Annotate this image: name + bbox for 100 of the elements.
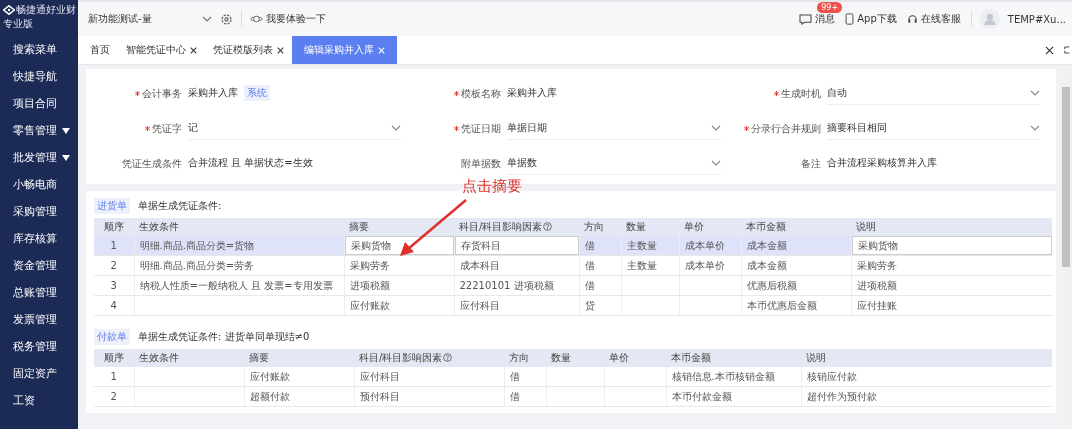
- field-label: 备注: [800, 156, 821, 171]
- menu-item[interactable]: 批发管理: [0, 144, 78, 171]
- table-cell: 借: [584, 259, 595, 271]
- table-cell: 成本金额: [746, 239, 787, 251]
- table-cell: 进项税额: [349, 279, 390, 291]
- menu-item[interactable]: 搜索菜单: [0, 36, 78, 63]
- menu-item[interactable]: 税务管理: [0, 333, 78, 360]
- tab[interactable]: 凭证模版列表: [205, 36, 292, 64]
- chevron-down-icon: [1030, 90, 1040, 96]
- menu-item[interactable]: 小畅电商: [0, 171, 78, 198]
- select-field[interactable]: 单据数: [507, 152, 721, 175]
- field-label: 会计事务: [142, 86, 182, 101]
- column-header: 方向: [504, 349, 546, 367]
- select-field[interactable]: 单据日期: [507, 117, 721, 140]
- table-cell: 预付科目: [359, 390, 400, 402]
- edition-label: 专业版: [3, 17, 33, 31]
- text-field[interactable]: 采购并入库 系统: [188, 82, 402, 105]
- scrollbar[interactable]: [1060, 65, 1072, 429]
- table-cell: 本币优惠后金额: [746, 299, 817, 311]
- table-cell: 超额付款: [249, 390, 290, 402]
- document-tag: 付款单: [94, 329, 130, 345]
- column-header: 顺序: [94, 218, 134, 236]
- menu-item[interactable]: 资金管理: [0, 252, 78, 279]
- headset-icon: [906, 13, 918, 25]
- column-header: 单价: [604, 349, 666, 367]
- chevron-down-icon: [710, 125, 721, 131]
- chevron-down-icon: [391, 125, 402, 131]
- condition-text: 单据生成凭证条件: 进货单同单现结≠0: [138, 330, 310, 344]
- support-link[interactable]: 在线客服: [906, 12, 961, 26]
- text-field[interactable]: 合并流程 且 单据状态=生效: [188, 152, 402, 175]
- menu-item[interactable]: 快捷导航: [0, 63, 78, 90]
- table-cell: 成本单价: [684, 239, 725, 251]
- tab[interactable]: 智能凭证中心: [118, 36, 205, 64]
- table-cell: 成本单价: [684, 259, 725, 271]
- field-label: 凭证字: [152, 121, 182, 136]
- table-cell: 本币付款金额: [671, 390, 732, 402]
- field-label: 分录行合并规则: [750, 121, 821, 136]
- help-icon[interactable]: [543, 222, 553, 231]
- settings-icon[interactable]: [219, 12, 233, 26]
- field-label: 凭证生成条件: [122, 156, 182, 171]
- annotation-text: 点击摘要: [462, 177, 522, 196]
- app-download-link[interactable]: App下载: [845, 12, 897, 26]
- tab[interactable]: 编辑采购并入库: [292, 36, 397, 64]
- account-select[interactable]: 新功能测试-量: [88, 12, 212, 26]
- menu-item[interactable]: 采购管理: [0, 198, 78, 225]
- column-header: 生效条件: [134, 349, 244, 367]
- column-header: 说明: [851, 218, 1052, 236]
- messages-button[interactable]: 消息: [799, 12, 836, 26]
- chevron-down-icon: [201, 16, 212, 22]
- close-icon[interactable]: [277, 46, 284, 54]
- table-cell: 成本金额: [746, 259, 787, 271]
- field-label: 模板名称: [461, 86, 502, 101]
- close-icon[interactable]: [1045, 45, 1054, 55]
- field-label: 附单据数: [461, 156, 502, 171]
- count-badge: 99+: [817, 2, 843, 13]
- table-cell: 成本科目: [459, 259, 500, 271]
- logo-icon: [3, 3, 15, 17]
- table-input[interactable]: 存货科目: [454, 236, 579, 255]
- tab[interactable]: 首页: [82, 36, 118, 64]
- column-header: 单价: [679, 218, 741, 236]
- column-header: 摘要: [244, 349, 354, 367]
- table-cell: 主数量: [626, 239, 657, 251]
- column-header: 数量: [621, 218, 679, 236]
- user-name[interactable]: TEMP#Xu...: [1007, 13, 1066, 25]
- table-cell: 纳税人性质=一般纳税人 且 发票=专用发票: [139, 279, 333, 291]
- scrollbar-thumb[interactable]: [1062, 87, 1070, 267]
- table-cell: 贷: [584, 299, 595, 311]
- menu-item[interactable]: 工资: [0, 387, 78, 414]
- menu-item[interactable]: 总账管理: [0, 279, 78, 306]
- system-tag: 系统: [244, 85, 270, 101]
- table-cell: 主数量: [626, 259, 657, 271]
- table-cell: 核销信息.本币核销金额: [671, 370, 775, 382]
- table-cell: 1: [110, 240, 117, 251]
- table-cell: 22210101 进项税额: [459, 279, 554, 291]
- column-header: 科目/科目影响因素: [454, 218, 579, 236]
- table-cell: 应付科目: [459, 299, 500, 311]
- close-icon[interactable]: [190, 46, 197, 54]
- menu-item[interactable]: 固定资产: [0, 360, 78, 387]
- text-field[interactable]: 采购并入库: [507, 82, 721, 105]
- select-field[interactable]: 摘要科目相同: [826, 117, 1040, 140]
- menu-item[interactable]: 发票管理: [0, 306, 78, 333]
- chevron-down-icon: [1030, 125, 1040, 131]
- menu-item[interactable]: 零售管理: [0, 117, 78, 144]
- table-input[interactable]: 采购货物: [344, 236, 454, 255]
- try-button[interactable]: 我要体验一下: [249, 12, 326, 26]
- table-cell: 应付账款: [349, 299, 390, 311]
- text-field[interactable]: 合并流程采购核算并入库: [826, 152, 1040, 175]
- planet-icon: [249, 14, 263, 24]
- document-tag: 进货单: [94, 198, 130, 214]
- menu-item[interactable]: 项目合同: [0, 90, 78, 117]
- table-cell: 4: [110, 300, 117, 311]
- table-cell: 核销应付款: [806, 370, 857, 382]
- select-field[interactable]: 记: [188, 117, 402, 140]
- help-icon[interactable]: [443, 353, 453, 362]
- column-header: 摘要: [344, 218, 454, 236]
- table-input[interactable]: 采购货物: [851, 236, 1052, 255]
- select-field[interactable]: 自动: [826, 82, 1040, 105]
- menu-item[interactable]: 库存核算: [0, 225, 78, 252]
- column-header: 科目/科目影响因素: [354, 349, 504, 367]
- fullscreen-icon[interactable]: [1064, 45, 1070, 55]
